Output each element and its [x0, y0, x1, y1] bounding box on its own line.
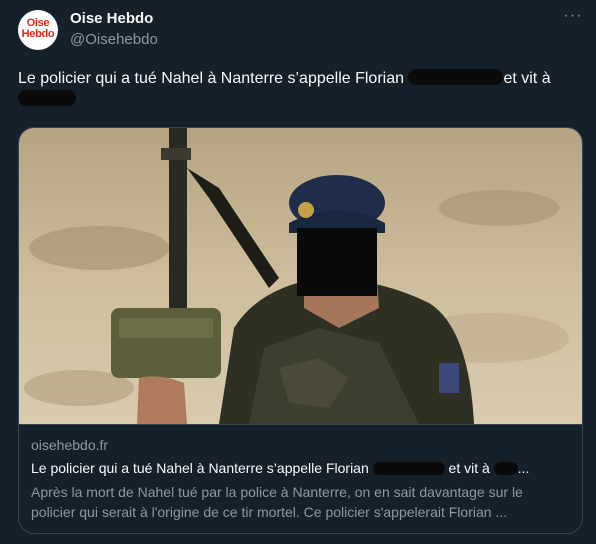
avatar-logo-bottom: Hebdo — [21, 28, 55, 40]
tweet-text: Le policier qui a tué Nahel à Nanterre s… — [18, 68, 583, 110]
card-domain: oisehebdo.fr — [31, 437, 109, 453]
card-photo — [19, 128, 582, 424]
account-name[interactable]: Oise Hebdo — [70, 10, 153, 28]
more-options-icon[interactable]: ··· — [562, 8, 584, 28]
tweet-header: Oise Hebdo Oise Hebdo @Oisehebdo ··· — [18, 8, 588, 50]
redaction-bar — [372, 462, 445, 475]
redaction-bar — [493, 462, 518, 475]
card-image[interactable] — [19, 128, 582, 424]
card-title-part2: et vit à — [444, 460, 494, 476]
card-title-part1: Le policier qui a tué Nahel à Nanterre s… — [31, 460, 373, 476]
card-title-ellipsis: ... — [517, 460, 530, 476]
card-description: Après la mort de Nahel tué par la police… — [31, 484, 523, 520]
avatar[interactable]: Oise Hebdo — [18, 10, 58, 50]
redaction-bar — [18, 90, 76, 106]
tweet[interactable]: Oise Hebdo Oise Hebdo @Oisehebdo ··· Le … — [0, 0, 596, 544]
tweet-text-part1: Le policier qui a tué Nahel à Nanterre s… — [18, 70, 409, 87]
tweet-text-part2: et vit à — [503, 70, 551, 87]
card-meta[interactable]: oisehebdo.fr Le policier qui a tué Nahel… — [19, 424, 582, 533]
link-card[interactable]: oisehebdo.fr Le policier qui a tué Nahel… — [18, 127, 583, 534]
redaction-bar — [408, 69, 504, 85]
account-handle[interactable]: @Oisehebdo — [70, 31, 158, 49]
card-title: Le policier qui a tué Nahel à Nanterre s… — [31, 459, 571, 477]
